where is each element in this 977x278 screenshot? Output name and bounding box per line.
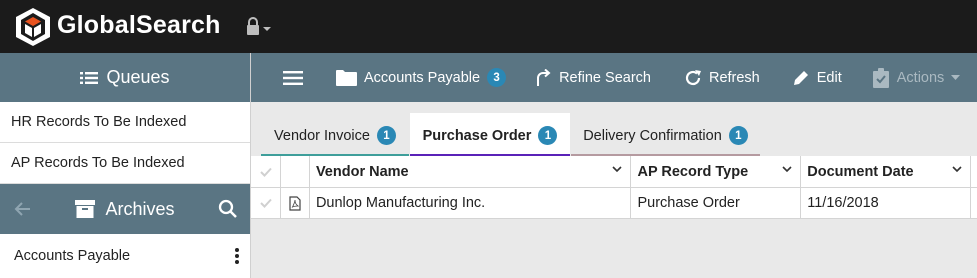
cell-overflow xyxy=(971,188,977,218)
check-icon xyxy=(260,167,272,177)
archive-count-badge: 3 xyxy=(487,68,507,87)
archive-selector-button[interactable]: Accounts Payable 3 xyxy=(336,53,507,102)
check-icon xyxy=(260,198,272,208)
tab-delivery-confirmation[interactable]: Delivery Confirmation 1 xyxy=(571,113,760,158)
archive-item-label: Accounts Payable xyxy=(14,248,131,264)
menu-button[interactable] xyxy=(283,53,303,102)
tab-label: Vendor Invoice xyxy=(274,127,370,144)
tab-count-badge: 1 xyxy=(538,126,558,145)
tab-label: Delivery Confirmation xyxy=(583,127,722,144)
queue-item-hr[interactable]: HR Records To Be Indexed xyxy=(0,102,250,143)
cell-vendor-name: Dunlop Manufacturing Inc. xyxy=(310,188,632,218)
column-header-document-date[interactable]: Document Date xyxy=(801,156,971,187)
table-row[interactable]: Dunlop Manufacturing Inc. Purchase Order… xyxy=(251,188,977,219)
clipboard-check-icon xyxy=(872,67,889,88)
kebab-vertical-icon[interactable] xyxy=(234,247,240,265)
chevron-down-icon[interactable] xyxy=(612,164,623,176)
cell-document-date: 11/16/2018 xyxy=(801,188,971,218)
row-checkbox[interactable] xyxy=(251,188,281,218)
archive-selector-label: Accounts Payable xyxy=(364,69,481,86)
column-header-vendor-name[interactable]: Vendor Name xyxy=(310,156,632,187)
app-title: GlobalSearch xyxy=(57,11,221,39)
queues-title: Queues xyxy=(106,67,170,87)
grid-header-row: Vendor Name AP Record Type Document Date xyxy=(251,156,977,188)
file-type-cell xyxy=(281,188,310,218)
archives-title: Archives xyxy=(105,198,175,219)
refine-arrow-icon xyxy=(537,68,551,86)
arrow-left-icon[interactable] xyxy=(14,201,32,217)
lock-icon[interactable] xyxy=(244,17,274,37)
tab-vendor-invoice[interactable]: Vendor Invoice 1 xyxy=(261,113,409,158)
refresh-icon xyxy=(685,69,701,85)
search-icon[interactable] xyxy=(218,199,238,219)
select-all-checkbox[interactable] xyxy=(251,156,281,187)
pencil-icon xyxy=(793,70,808,85)
file-type-column-header xyxy=(281,156,310,187)
chevron-down-icon[interactable] xyxy=(952,164,962,176)
queues-header[interactable]: Queues xyxy=(0,53,250,102)
app-header: GlobalSearch xyxy=(0,0,977,53)
edit-button[interactable]: Edit xyxy=(792,53,842,102)
tab-purchase-order[interactable]: Purchase Order 1 xyxy=(410,113,570,158)
column-header-label: AP Record Type xyxy=(637,163,749,180)
archives-header: Archives xyxy=(0,184,250,234)
document-type-tabs: Vendor Invoice 1 Purchase Order 1 Delive… xyxy=(251,102,977,158)
tab-count-badge: 1 xyxy=(728,126,748,145)
refresh-button[interactable]: Refresh xyxy=(684,53,760,102)
chevron-down-icon[interactable] xyxy=(782,164,792,176)
column-header-label: Document Date xyxy=(807,163,914,180)
edit-label: Edit xyxy=(816,69,842,86)
globalsearch-logo-icon[interactable] xyxy=(14,7,52,47)
chevron-down-icon xyxy=(951,74,961,80)
hamburger-icon xyxy=(283,70,303,85)
column-header-label: Vendor Name xyxy=(315,163,409,180)
folder-icon xyxy=(336,70,357,86)
column-header-ap-record-type[interactable]: AP Record Type xyxy=(631,156,802,187)
actions-label: Actions xyxy=(896,69,945,86)
archive-item-accounts-payable[interactable]: Accounts Payable xyxy=(0,234,250,278)
archive-box-icon xyxy=(75,200,96,218)
list-icon xyxy=(80,71,99,84)
refine-search-button[interactable]: Refine Search xyxy=(534,53,651,102)
queue-item-ap[interactable]: AP Records To Be Indexed xyxy=(0,143,250,184)
cell-ap-record-type: Purchase Order xyxy=(631,188,802,218)
results-grid: Vendor Name AP Record Type Document Date… xyxy=(251,156,977,278)
tab-count-badge: 1 xyxy=(376,126,396,145)
column-header-overflow xyxy=(971,156,977,187)
tab-label: Purchase Order xyxy=(422,127,532,144)
refresh-label: Refresh xyxy=(708,69,760,86)
sidebar: Queues HR Records To Be Indexed AP Recor… xyxy=(0,53,251,278)
toolbar: Accounts Payable 3 Refine Search Refresh… xyxy=(251,53,977,102)
pdf-file-icon xyxy=(289,195,301,211)
actions-button[interactable]: Actions xyxy=(872,53,961,102)
refine-search-label: Refine Search xyxy=(559,69,651,86)
